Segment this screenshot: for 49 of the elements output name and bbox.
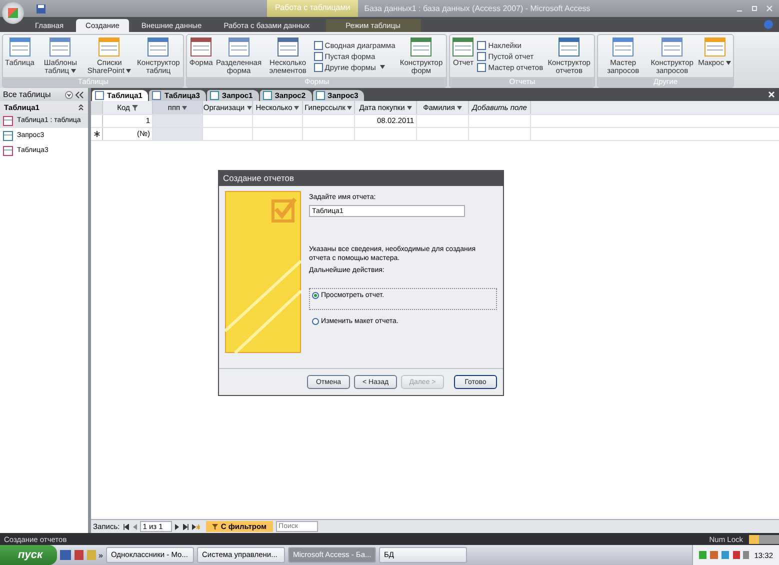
- asterisk-icon: [94, 131, 100, 137]
- window-title: База данных1 : база данных (Access 2007) - Microsoft Access: [364, 4, 590, 13]
- document-icon: [410, 36, 432, 58]
- table-icon: [95, 91, 104, 100]
- document-icon: [704, 36, 726, 58]
- document-icon: [49, 36, 72, 58]
- document-icon: [452, 36, 474, 58]
- radio-button[interactable]: [312, 292, 319, 299]
- query-icon: [316, 91, 324, 100]
- document-icon: [276, 36, 299, 58]
- query-icon: [262, 91, 272, 100]
- document-icon: [228, 36, 250, 58]
- dropdown-caret-icon: [456, 106, 462, 110]
- save-icon[interactable]: [36, 4, 46, 14]
- previous-record-button[interactable]: [132, 524, 137, 530]
- new-record-button[interactable]: [192, 524, 200, 530]
- office-button[interactable]: [2, 2, 24, 24]
- document-icon: [612, 36, 634, 58]
- query-icon: [3, 130, 13, 140]
- query-icon: [210, 91, 219, 100]
- pane-controls-icon[interactable]: [65, 90, 85, 98]
- table-icon: [152, 91, 162, 100]
- document-icon: [147, 36, 170, 58]
- document-icon: [661, 36, 684, 58]
- dialog-title: Создание отчетов: [219, 171, 503, 186]
- dropdown-caret-icon: [182, 106, 188, 110]
- filter-icon: [212, 524, 218, 530]
- document-icon: [558, 36, 580, 58]
- dropdown-caret-icon: [294, 106, 300, 110]
- tray-icon[interactable]: [699, 551, 750, 559]
- first-record-button[interactable]: [122, 524, 129, 530]
- quick-launch-icon[interactable]: [60, 550, 96, 560]
- dropdown-caret-icon: [347, 106, 352, 110]
- filter-icon: [132, 104, 138, 110]
- next-record-button[interactable]: [174, 524, 180, 530]
- dropdown-caret-icon: [246, 106, 252, 110]
- table-icon: [3, 146, 13, 156]
- select-all-cell[interactable]: [91, 101, 103, 114]
- context-tab-title: Работа с таблицами: [267, 0, 358, 17]
- start-button[interactable]: пуск: [0, 545, 57, 565]
- document-icon: [98, 36, 120, 58]
- last-record-button[interactable]: [182, 524, 189, 530]
- dropdown-caret-icon: [406, 106, 412, 110]
- document-icon: [190, 36, 212, 58]
- quick-launch-more[interactable]: »: [98, 550, 103, 560]
- table-icon: [3, 116, 13, 126]
- radio-button[interactable]: [312, 318, 319, 325]
- collapse-icon[interactable]: [78, 104, 84, 110]
- document-icon: [8, 36, 31, 58]
